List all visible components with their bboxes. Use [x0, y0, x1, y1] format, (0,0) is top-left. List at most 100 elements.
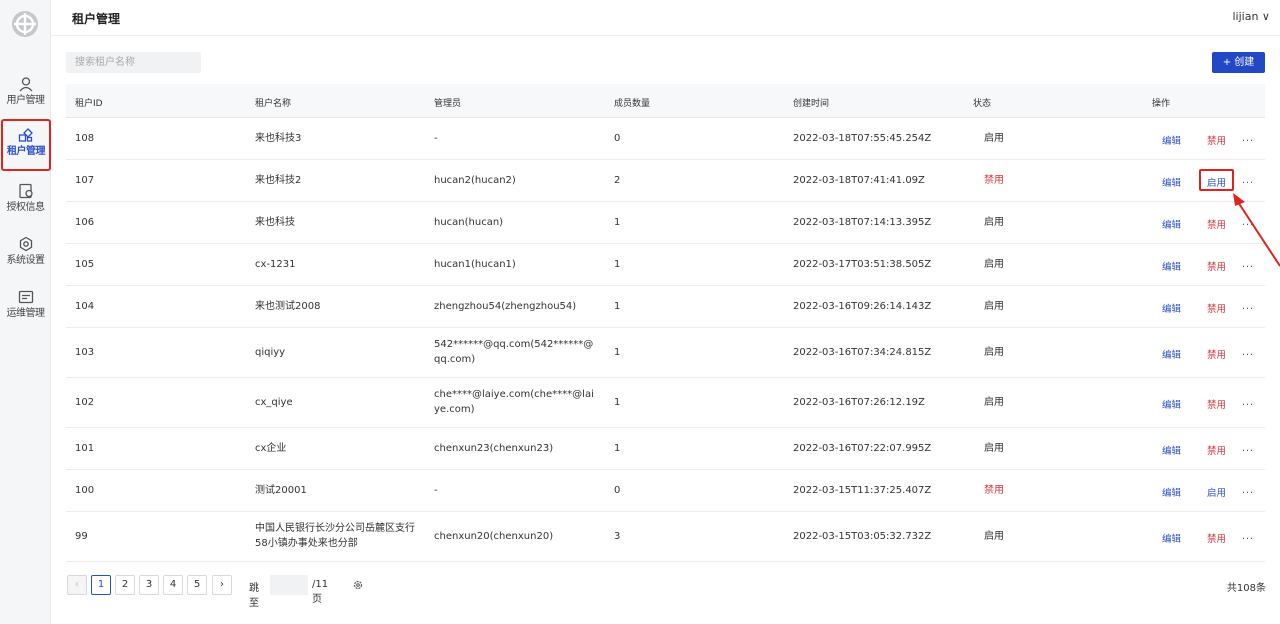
page-button[interactable]: 4	[163, 575, 183, 595]
more-actions-button[interactable]: ...	[1242, 531, 1254, 542]
more-actions-button[interactable]: ...	[1242, 397, 1254, 408]
page-button[interactable]: 3	[139, 575, 159, 595]
gear-icon[interactable]	[353, 580, 363, 590]
sidebar-item-ops[interactable]: 运维管理	[0, 283, 51, 333]
gear-icon	[19, 236, 32, 252]
sidebar-item-label: 租户管理	[7, 146, 46, 157]
table-row: 102 cx_qiye che****@laiye.com(che****@laiy…	[66, 378, 1265, 428]
cell-created: 2022-03-18T07:55:45.254Z	[793, 133, 932, 144]
page-button[interactable]: 5	[187, 575, 207, 595]
license-icon	[18, 183, 33, 199]
disable-link[interactable]: 禁用	[1207, 259, 1226, 273]
cell-id: 108	[75, 133, 95, 144]
sidebar-item-license[interactable]: 授权信息	[0, 177, 51, 227]
disable-link[interactable]: 禁用	[1207, 443, 1226, 457]
cell-id: 107	[75, 175, 95, 186]
cell-name: 来也科技2	[255, 175, 302, 186]
ops-icon	[18, 290, 33, 304]
cell-name: qiqiyy	[255, 347, 286, 358]
enable-link[interactable]: 启用	[1207, 485, 1226, 499]
page-button[interactable]: 1	[91, 575, 111, 595]
edit-link[interactable]: 编辑	[1162, 485, 1181, 499]
page-title: 租户管理	[72, 12, 121, 26]
total-count: 共108条	[1226, 583, 1266, 594]
edit-link[interactable]: 编辑	[1162, 531, 1181, 545]
next-page-button[interactable]: ›	[212, 575, 232, 595]
cell-created: 2022-03-16T09:26:14.143Z	[793, 301, 932, 312]
jump-page-input[interactable]	[270, 575, 308, 595]
status-text: 禁用	[984, 485, 1004, 496]
user-menu[interactable]: lijian ∨	[1233, 10, 1271, 23]
cell-id: 106	[75, 217, 95, 228]
status-text: 启用	[984, 397, 1004, 408]
edit-link[interactable]: 编辑	[1162, 259, 1181, 273]
disable-link[interactable]: 禁用	[1207, 301, 1226, 315]
cell-members: 0	[614, 485, 621, 496]
cell-members: 1	[614, 347, 621, 358]
edit-link[interactable]: 编辑	[1162, 301, 1181, 315]
cell-admin: 542******@qq.com(542******@qq.com)	[434, 339, 594, 365]
cell-id: 101	[75, 443, 95, 454]
prev-page-button[interactable]: ‹	[67, 575, 87, 595]
cell-members: 1	[614, 443, 621, 454]
status-text: 启用	[984, 347, 1004, 358]
disable-link[interactable]: 禁用	[1207, 347, 1226, 361]
table-row: 105 cx-1231 hucan1(hucan1) 1 2022-03-17T03:5…	[66, 244, 1265, 286]
cell-created: 2022-03-16T07:22:07.995Z	[793, 443, 932, 454]
more-actions-button[interactable]: ...	[1242, 347, 1254, 358]
cell-created: 2022-03-17T03:51:38.505Z	[793, 259, 932, 270]
edit-link[interactable]: 编辑	[1162, 397, 1181, 411]
header: 租户管理 lijian ∨	[51, 0, 1280, 36]
column-header-members: 成员数量	[614, 99, 651, 109]
table-row: 106 来也科技 hucan(hucan) 1 2022-03-18T07:14:13.…	[66, 202, 1265, 244]
jump-label: 跳至	[249, 583, 259, 609]
disable-link[interactable]: 禁用	[1207, 133, 1226, 147]
cell-admin: hucan2(hucan2)	[434, 175, 516, 186]
more-actions-button[interactable]: ...	[1242, 133, 1254, 144]
cell-id: 102	[75, 397, 95, 408]
cell-members: 3	[614, 531, 621, 542]
cell-created: 2022-03-15T11:37:25.407Z	[793, 485, 932, 496]
search-input[interactable]	[66, 52, 201, 73]
cell-members: 0	[614, 133, 621, 144]
page-button[interactable]: 2	[115, 575, 135, 595]
cell-name: cx-1231	[255, 259, 296, 270]
table-row: 108 来也科技3 - 0 2022-03-18T07:55:45.254Z 启用 编辑 禁用…	[66, 118, 1265, 160]
page-count-label: /11页	[312, 579, 329, 605]
status-text: 启用	[984, 301, 1004, 312]
more-actions-button[interactable]: ...	[1242, 485, 1254, 496]
tenant-icon	[18, 128, 33, 142]
sidebar-item-users[interactable]: 用户管理	[0, 70, 51, 120]
disable-link[interactable]: 禁用	[1207, 531, 1226, 545]
cell-id: 99	[75, 531, 88, 542]
cell-members: 2	[614, 175, 621, 186]
edit-link[interactable]: 编辑	[1162, 347, 1181, 361]
more-actions-button[interactable]: ...	[1242, 175, 1254, 186]
more-actions-button[interactable]: ...	[1242, 301, 1254, 312]
disable-link[interactable]: 禁用	[1207, 397, 1226, 411]
column-header-created: 创建时间	[793, 99, 830, 109]
edit-link[interactable]: 编辑	[1162, 217, 1181, 231]
create-button[interactable]: + 创建	[1212, 52, 1265, 73]
sidebar-item-settings[interactable]: 系统设置	[0, 230, 51, 280]
cell-admin: -	[434, 485, 438, 496]
status-text: 禁用	[984, 175, 1004, 186]
cell-admin: hucan(hucan)	[434, 217, 504, 228]
cell-name: 来也科技	[255, 217, 295, 228]
edit-link[interactable]: 编辑	[1162, 133, 1181, 147]
cell-created: 2022-03-18T07:14:13.395Z	[793, 217, 932, 228]
more-actions-button[interactable]: ...	[1242, 443, 1254, 454]
cell-id: 105	[75, 259, 95, 270]
disable-link[interactable]: 禁用	[1207, 217, 1226, 231]
edit-link[interactable]: 编辑	[1162, 443, 1181, 457]
table-row: 101 cx企业 chenxun23(chenxun23) 1 2022-03-16T0…	[66, 428, 1265, 470]
sidebar-item-tenants[interactable]: 租户管理	[1, 119, 51, 171]
column-header-id: 租户ID	[75, 99, 103, 109]
edit-link[interactable]: 编辑	[1162, 175, 1181, 189]
sidebar-item-label: 运维管理	[6, 308, 46, 319]
cell-name: cx企业	[255, 443, 287, 454]
cell-name: 来也测试2008	[255, 301, 321, 312]
cell-name: cx_qiye	[255, 397, 293, 408]
cell-members: 1	[614, 397, 621, 408]
cell-created: 2022-03-16T07:34:24.815Z	[793, 347, 932, 358]
